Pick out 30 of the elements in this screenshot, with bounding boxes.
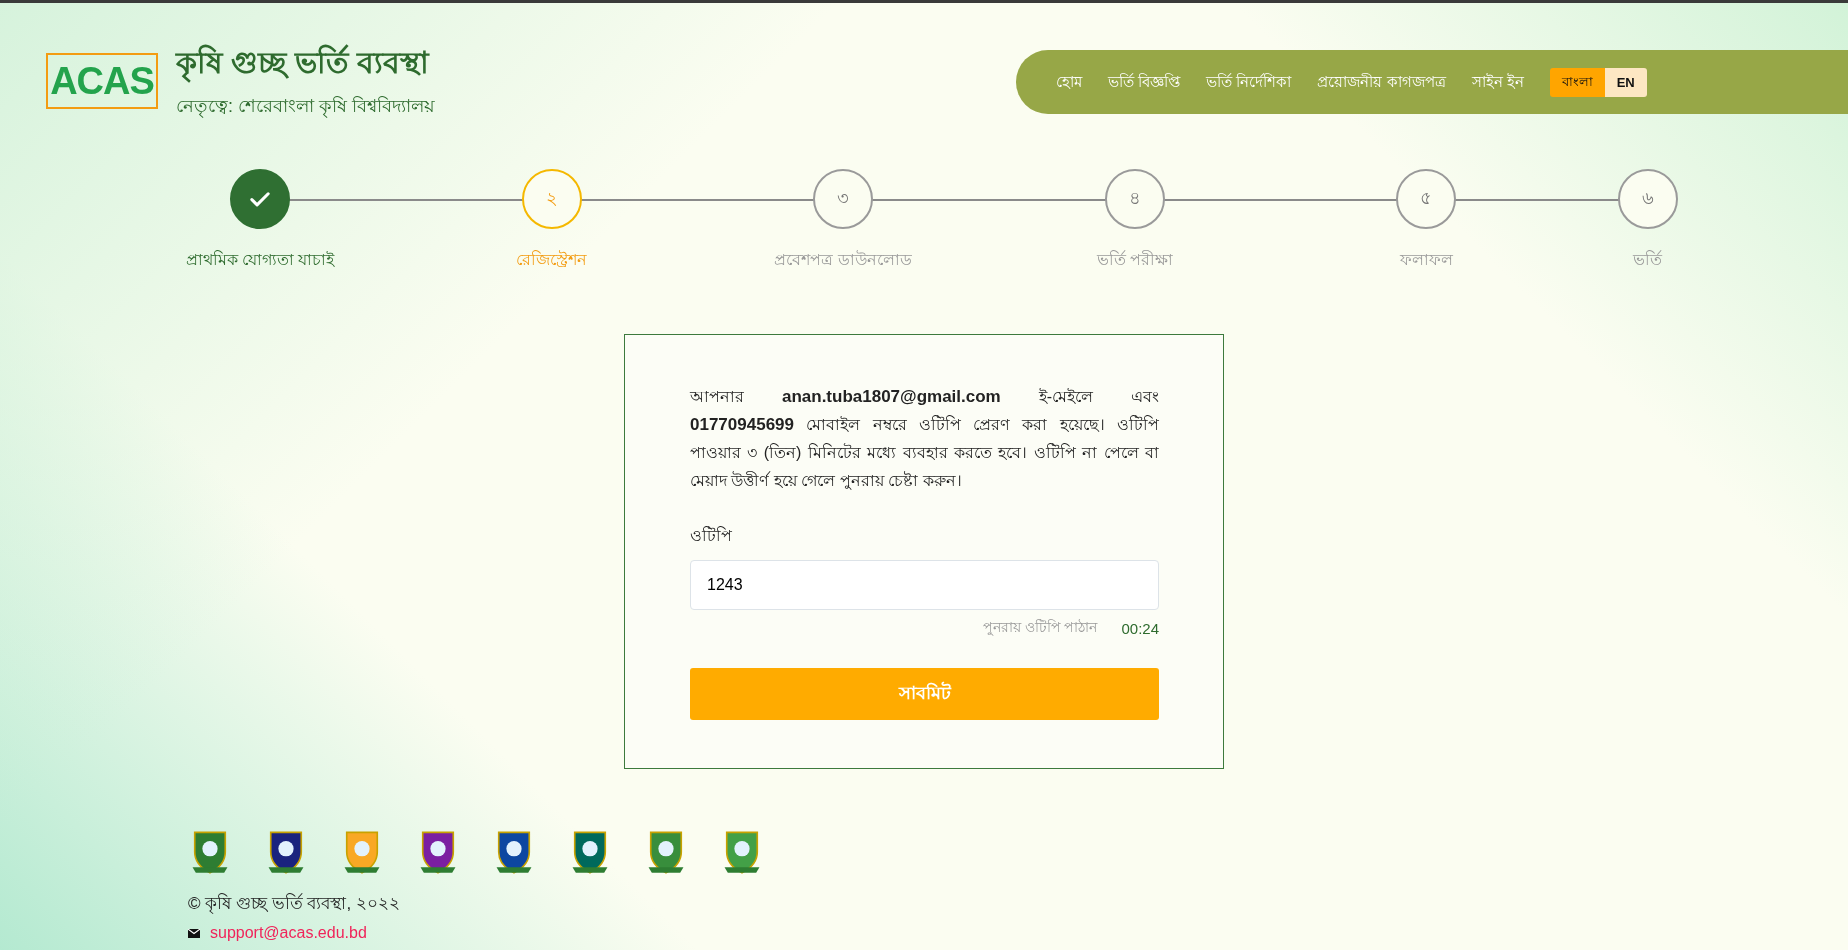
copyright-text: © কৃষি গুচ্ছ ভর্তি ব্যবস্থা, ২০২২ [188,892,401,916]
otp-input-field[interactable]: 1243 [690,560,1159,610]
step-label: ভর্তি [1633,249,1663,270]
field-label: ওটিপি [690,525,733,546]
step-number: ৫ [1420,186,1433,210]
otp-message: আপনার anan.tuba1807@gmail.com ই-মেইলে এবং 01770945699 মোবাইল নম্বরে ওটিপি প্রেরণ করা হয়েছে। ওটিপি পাওয়ার ৩ (তিন) মিনিটের মধ্যে ব্যবহার করতে হবে। ওটিপি না পেলে বা মেয়াদ উত্তীর্ণ হয়ে গেলে পুনরায় চেষ্টা করুন। [690,386,1159,492]
step-label: প্রাথমিক যোগ্যতা যাচাই [185,249,335,270]
step-label: প্রবেশপত্র ডাউনলোড [774,249,912,270]
step-number: ৬ [1641,186,1654,210]
step-number: ৩ [837,186,850,210]
submit-button[interactable]: সাবমিট [690,668,1159,720]
support-email-link[interactable]: support@acas.edu.bd [210,924,367,942]
language-toggle[interactable]: EN [1604,67,1647,97]
nav-link[interactable]: হোম [1056,69,1082,95]
nav-link[interactable]: ভর্তি নির্দেশিকা [1206,69,1292,95]
step-label: ফলাফল [1399,250,1453,270]
resend-otp-link[interactable]: পুনরায় ওটিপি পাঠান [982,616,1098,640]
mail-icon [188,928,200,938]
step-number: ২ [545,186,558,210]
nav-link[interactable]: সাইন ইন [1471,69,1524,95]
nav-link[interactable]: প্রয়োজনীয় কাগজপত্র [1317,69,1446,95]
site-title: কৃষি গুচ্ছ ভর্তি ব্যবস্থা [176,39,435,90]
step-label: রেজিস্ট্রেশন [516,249,588,270]
site-subtitle: নেতৃত্বে: শেরেবাংলা কৃষি বিশ্ববিদ্যালয় [176,95,435,120]
language-toggle[interactable]: বাংলা [1549,67,1605,97]
acas-logo[interactable]: ACAS [46,53,158,109]
nav-link[interactable]: ভর্তি বিজ্ঞপ্তি [1108,69,1181,95]
step-label: ভর্তি পরীক্ষা [1096,249,1173,270]
countdown-timer: 00:24 [1121,619,1159,637]
step-number: ৪ [1128,186,1141,210]
